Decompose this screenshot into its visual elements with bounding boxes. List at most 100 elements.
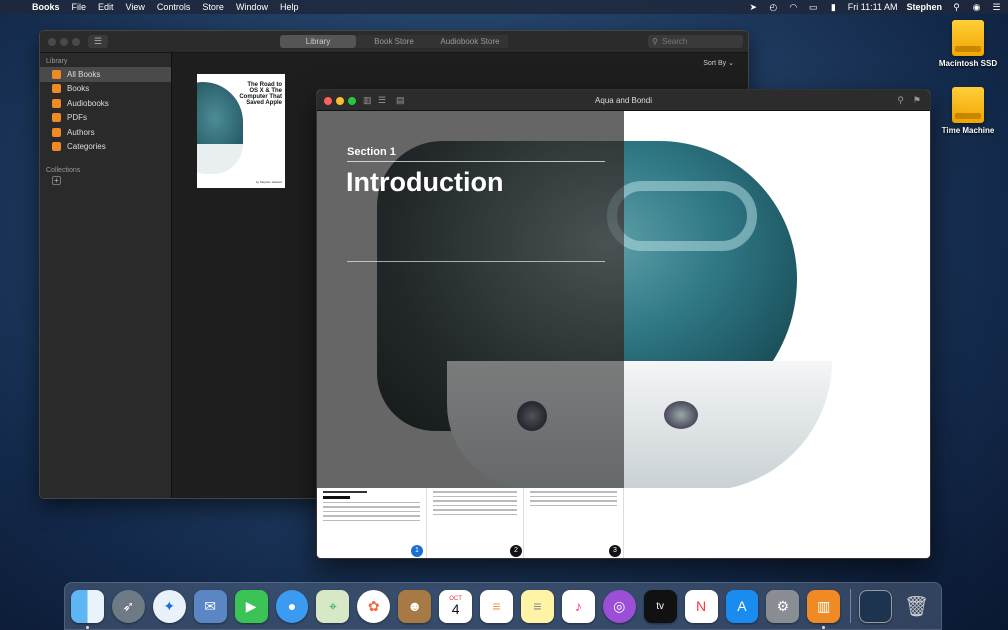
desktop-drive-time-machine[interactable]: Time Machine xyxy=(928,87,1008,135)
reader-left-page[interactable]: Section 1 Introduction xyxy=(317,111,624,488)
imac-foot xyxy=(517,401,547,431)
drive-label: Macintosh SSD xyxy=(938,59,998,68)
imac-base xyxy=(624,361,832,488)
launchpad-icon[interactable]: ➶ xyxy=(111,589,145,623)
library-sidebar: Library All Books Books Audiobooks PDFs … xyxy=(40,53,172,498)
sidebar-item-pdfs[interactable]: PDFs xyxy=(40,111,171,126)
spotlight-icon[interactable]: ⚲ xyxy=(951,2,962,12)
sidebar-item-label: Authors xyxy=(67,127,95,137)
music-icon[interactable]: ♪ xyxy=(561,589,595,623)
menu-controls[interactable]: Controls xyxy=(151,2,197,12)
notes-icon[interactable]: ≡ xyxy=(520,589,554,623)
library-titlebar: ☰ Library Book Store Audiobook Store ⚲ S… xyxy=(40,31,748,53)
mail-icon[interactable]: ✉ xyxy=(193,589,227,623)
news-icon[interactable]: N xyxy=(684,589,718,623)
reader-window: ▥ ☰ ▤ Aqua and Bondi ⚲ ⚑ Section 1 Intro… xyxy=(316,89,931,559)
menu-store[interactable]: Store xyxy=(196,2,230,12)
notification-center-icon[interactable]: ☰ xyxy=(991,2,1002,12)
hard-drive-icon xyxy=(952,20,984,56)
reminders-icon[interactable]: ≡ xyxy=(480,589,513,623)
list-icon xyxy=(52,142,61,152)
sidebar-item-label: All Books xyxy=(67,69,101,79)
maps-icon[interactable]: ⌖ xyxy=(316,589,350,623)
sidebar-item-audiobooks[interactable]: Audiobooks xyxy=(40,96,171,111)
sidebar-toggle-icon[interactable]: ☰ xyxy=(88,35,108,48)
imac-cover-base xyxy=(197,144,243,174)
search-input[interactable]: ⚲ Search xyxy=(648,35,743,48)
photos-icon[interactable]: ✿ xyxy=(357,589,391,623)
tab-library[interactable]: Library xyxy=(280,35,356,48)
search-icon: ⚲ xyxy=(652,37,658,46)
contacts-icon[interactable]: ☻ xyxy=(398,589,432,623)
minimize-button[interactable] xyxy=(60,38,68,46)
reader-title: Aqua and Bondi xyxy=(595,96,652,105)
battery-icon[interactable]: ▮ xyxy=(828,2,839,12)
dock-separator xyxy=(850,589,852,623)
menu-view[interactable]: View xyxy=(120,2,151,12)
menu-user[interactable]: Stephen xyxy=(906,2,942,12)
podcasts-icon[interactable]: ◎ xyxy=(602,589,636,623)
messages-icon[interactable]: ● xyxy=(275,589,309,623)
menu-app-name[interactable]: Books xyxy=(26,2,66,12)
sidebar-item-label: Categories xyxy=(67,142,106,152)
section-divider xyxy=(347,161,605,162)
zoom-button[interactable] xyxy=(72,38,80,46)
headphones-icon xyxy=(52,98,61,108)
people-icon xyxy=(52,127,61,137)
time-machine-icon[interactable]: ◴ xyxy=(768,2,779,12)
page-thumbnail-3[interactable]: 3 xyxy=(524,488,624,558)
siri-icon[interactable]: ◉ xyxy=(971,2,982,12)
app-store-icon[interactable]: A xyxy=(725,589,759,623)
books-icon xyxy=(52,69,61,79)
sidebar-item-books[interactable]: Books xyxy=(40,82,171,97)
menu-window[interactable]: Window xyxy=(230,2,274,12)
menu-clock[interactable]: Fri 11:11 AM xyxy=(848,2,898,12)
add-collection-button[interactable]: + xyxy=(52,176,61,185)
airplay-icon[interactable]: ▭ xyxy=(808,2,819,12)
search-placeholder: Search xyxy=(662,37,688,46)
sidebar-item-categories[interactable]: Categories xyxy=(40,140,171,155)
drive-label: Time Machine xyxy=(941,126,995,135)
sidebar-item-label: Audiobooks xyxy=(67,98,109,108)
search-icon[interactable]: ⚲ xyxy=(897,95,904,106)
sidebar-heading-library: Library xyxy=(46,58,68,65)
menu-file[interactable]: File xyxy=(66,2,93,12)
reader-right-page[interactable] xyxy=(624,111,930,488)
page-thumbnail-2[interactable]: 2 xyxy=(427,488,524,558)
page-thumbnail-1[interactable]: 1 xyxy=(317,488,427,558)
menu-help[interactable]: Help xyxy=(274,2,305,12)
wifi-icon[interactable]: ◠ xyxy=(788,2,799,12)
calendar-icon[interactable]: OCT 4 xyxy=(439,589,473,623)
book-cover[interactable]: The Road to OS X & The Computer That Sav… xyxy=(197,74,285,188)
sidebar-item-label: PDFs xyxy=(67,113,87,123)
pdf-icon xyxy=(52,113,61,123)
sort-by-button[interactable]: Sort By ⌄ xyxy=(703,59,734,67)
trash-icon[interactable]: 🗑 xyxy=(900,590,933,623)
close-button[interactable] xyxy=(48,38,56,46)
reader-titlebar: ▥ ☰ ▤ Aqua and Bondi ⚲ ⚑ xyxy=(317,90,930,111)
sidebar-heading-collections: Collections xyxy=(46,167,81,174)
page-number-badge: 3 xyxy=(609,545,621,557)
sidebar-item-label: Books xyxy=(67,84,90,94)
tab-book-store[interactable]: Book Store xyxy=(356,35,432,48)
sort-by-label: Sort By xyxy=(703,60,727,67)
menu-edit[interactable]: Edit xyxy=(92,2,120,12)
finder-icon[interactable] xyxy=(71,589,104,629)
books-icon[interactable]: ▥ xyxy=(807,589,841,629)
safari-icon[interactable]: ✦ xyxy=(152,589,186,623)
book-author: by Stephen Hackett xyxy=(255,180,282,184)
book-title: The Road to OS X & The Computer That Sav… xyxy=(239,82,282,106)
bookmark-icon[interactable]: ⚑ xyxy=(913,95,921,106)
minimized-window-icon[interactable] xyxy=(859,589,893,623)
sidebar-item-authors[interactable]: Authors xyxy=(40,125,171,140)
tab-audiobook-store[interactable]: Audiobook Store xyxy=(432,35,508,48)
page-number-badge: 2 xyxy=(510,545,522,557)
imac-handle xyxy=(624,181,757,251)
system-preferences-icon[interactable]: ⚙ xyxy=(766,589,800,623)
tv-icon[interactable]: tv xyxy=(643,589,677,623)
facetime-icon[interactable]: ▶ xyxy=(234,589,268,623)
location-icon[interactable]: ➤ xyxy=(748,2,759,12)
desktop-drive-macintosh-ssd[interactable]: Macintosh SSD xyxy=(928,20,1008,68)
sidebar-item-all-books[interactable]: All Books xyxy=(40,67,171,82)
hard-drive-icon xyxy=(952,87,984,123)
